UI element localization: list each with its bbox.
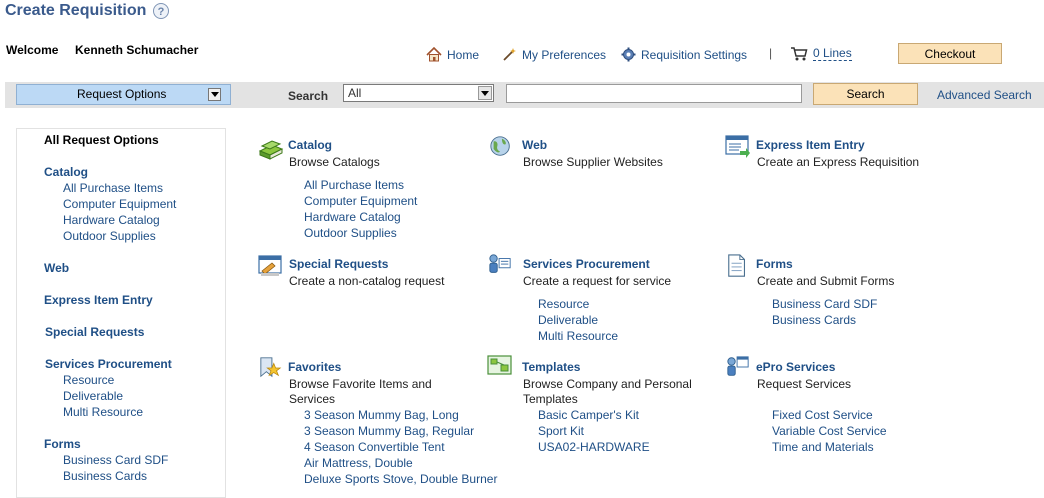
checkout-button[interactable]: Checkout	[898, 43, 1002, 64]
chevron-down-icon[interactable]	[208, 88, 221, 101]
forms-link[interactable]: Business Card SDF	[772, 297, 877, 311]
nav-services-item[interactable]: Multi Resource	[63, 405, 143, 419]
search-scope-select[interactable]: All	[343, 84, 494, 102]
express-title[interactable]: Express Item Entry	[756, 138, 865, 152]
separator: |	[769, 46, 773, 60]
epro-services-link[interactable]: Fixed Cost Service	[772, 408, 873, 422]
favorites-title[interactable]: Favorites	[288, 360, 341, 374]
nav-forms-item[interactable]: Business Cards	[63, 469, 147, 483]
epro-services-title[interactable]: ePro Services	[756, 360, 835, 374]
catalog-link[interactable]: Hardware Catalog	[304, 210, 401, 224]
templates-desc: Browse Company and Personal	[523, 377, 692, 391]
requisition-settings-link[interactable]: Requisition Settings	[621, 47, 747, 62]
templates-link[interactable]: USA02-HARDWARE	[538, 440, 650, 454]
favorites-desc: Browse Favorite Items and	[289, 377, 432, 391]
services-link[interactable]: Deliverable	[538, 313, 598, 327]
help-icon[interactable]: ?	[153, 3, 169, 19]
search-scope-value: All	[348, 86, 362, 100]
nav-web[interactable]: Web	[44, 261, 69, 275]
nav-catalog-item[interactable]: Outdoor Supplies	[63, 229, 156, 243]
forms-desc: Create and Submit Forms	[757, 274, 895, 288]
express-entry-icon	[725, 135, 750, 158]
epro-services-link[interactable]: Time and Materials	[772, 440, 874, 454]
search-input[interactable]	[506, 84, 802, 103]
home-link-label: Home	[447, 47, 480, 62]
favorites-link[interactable]: Deluxe Sports Stove, Double Burner	[304, 472, 497, 486]
nav-catalog-item[interactable]: All Purchase Items	[63, 181, 163, 195]
favorites-desc: Services	[289, 392, 336, 406]
home-icon	[426, 47, 442, 62]
my-preferences-link[interactable]: My Preferences	[502, 47, 606, 62]
nav-forms[interactable]: Forms	[44, 437, 81, 451]
books-icon	[258, 140, 284, 160]
express-desc: Create an Express Requisition	[757, 155, 920, 169]
advanced-search-link[interactable]: Advanced Search	[937, 88, 1032, 102]
my-preferences-label: My Preferences	[522, 47, 607, 62]
favorites-link[interactable]: 4 Season Convertible Tent	[304, 440, 445, 454]
nav-special-requests[interactable]: Special Requests	[45, 325, 144, 339]
favorites-star-icon	[260, 357, 282, 378]
forms-link[interactable]: Business Cards	[772, 313, 856, 327]
epro-services-icon	[727, 356, 749, 376]
nav-services-procurement[interactable]: Services Procurement	[45, 357, 172, 371]
search-button[interactable]: Search	[813, 83, 918, 105]
user-name: Kenneth Schumacher	[75, 43, 199, 57]
request-options-label: Request Options	[77, 87, 167, 101]
welcome-label: Welcome	[6, 43, 59, 57]
favorites-link[interactable]: 3 Season Mummy Bag, Regular	[304, 424, 474, 438]
request-options-dropdown[interactable]: Request Options	[16, 84, 231, 105]
globe-icon	[490, 136, 510, 156]
special-requests-desc: Create a non-catalog request	[289, 274, 445, 288]
requisition-settings-label: Requisition Settings	[641, 47, 748, 62]
shopping-cart-icon	[791, 47, 808, 61]
special-requests-title[interactable]: Special Requests	[289, 257, 388, 271]
favorites-link[interactable]: Air Mattress, Double	[304, 456, 413, 470]
templates-desc: Templates	[523, 392, 578, 406]
nav-express-item-entry[interactable]: Express Item Entry	[44, 293, 153, 307]
services-desc: Create a request for service	[523, 274, 672, 288]
cart-link[interactable]: 0 Lines	[790, 46, 852, 61]
home-link[interactable]: Home	[426, 47, 479, 62]
epro-services-desc: Request Services	[757, 377, 852, 391]
gear-icon	[621, 47, 636, 62]
nav-forms-item[interactable]: Business Card SDF	[63, 453, 168, 467]
web-desc: Browse Supplier Websites	[523, 155, 663, 169]
magic-wand-icon	[503, 48, 516, 61]
nav-services-item[interactable]: Resource	[63, 373, 114, 387]
special-request-icon	[258, 255, 282, 276]
services-person-icon	[489, 254, 511, 273]
services-link[interactable]: Multi Resource	[538, 329, 618, 343]
catalog-link[interactable]: All Purchase Items	[304, 178, 404, 192]
catalog-desc: Browse Catalogs	[289, 155, 380, 169]
templates-icon	[487, 355, 512, 375]
templates-link[interactable]: Basic Camper's Kit	[538, 408, 639, 422]
nav-services-item[interactable]: Deliverable	[63, 389, 123, 403]
catalog-link[interactable]: Outdoor Supplies	[304, 226, 397, 240]
templates-link[interactable]: Sport Kit	[538, 424, 584, 438]
nav-catalog[interactable]: Catalog	[44, 165, 88, 179]
form-document-icon	[728, 254, 746, 277]
forms-title[interactable]: Forms	[756, 257, 793, 271]
search-label: Search	[288, 89, 329, 103]
cart-lines: 0 Lines	[813, 46, 852, 61]
catalog-title[interactable]: Catalog	[288, 138, 332, 152]
favorites-link[interactable]: 3 Season Mummy Bag, Long	[304, 408, 459, 422]
nav-catalog-item[interactable]: Computer Equipment	[63, 197, 176, 211]
web-title[interactable]: Web	[522, 138, 547, 152]
nav-catalog-item[interactable]: Hardware Catalog	[63, 213, 160, 227]
templates-title[interactable]: Templates	[522, 360, 580, 374]
services-link[interactable]: Resource	[538, 297, 589, 311]
catalog-link[interactable]: Computer Equipment	[304, 194, 417, 208]
epro-services-link[interactable]: Variable Cost Service	[772, 424, 887, 438]
services-title[interactable]: Services Procurement	[523, 257, 650, 271]
chevron-down-icon[interactable]	[478, 86, 492, 100]
left-nav-heading: All Request Options	[44, 133, 159, 147]
page-title: Create Requisition	[5, 2, 147, 19]
